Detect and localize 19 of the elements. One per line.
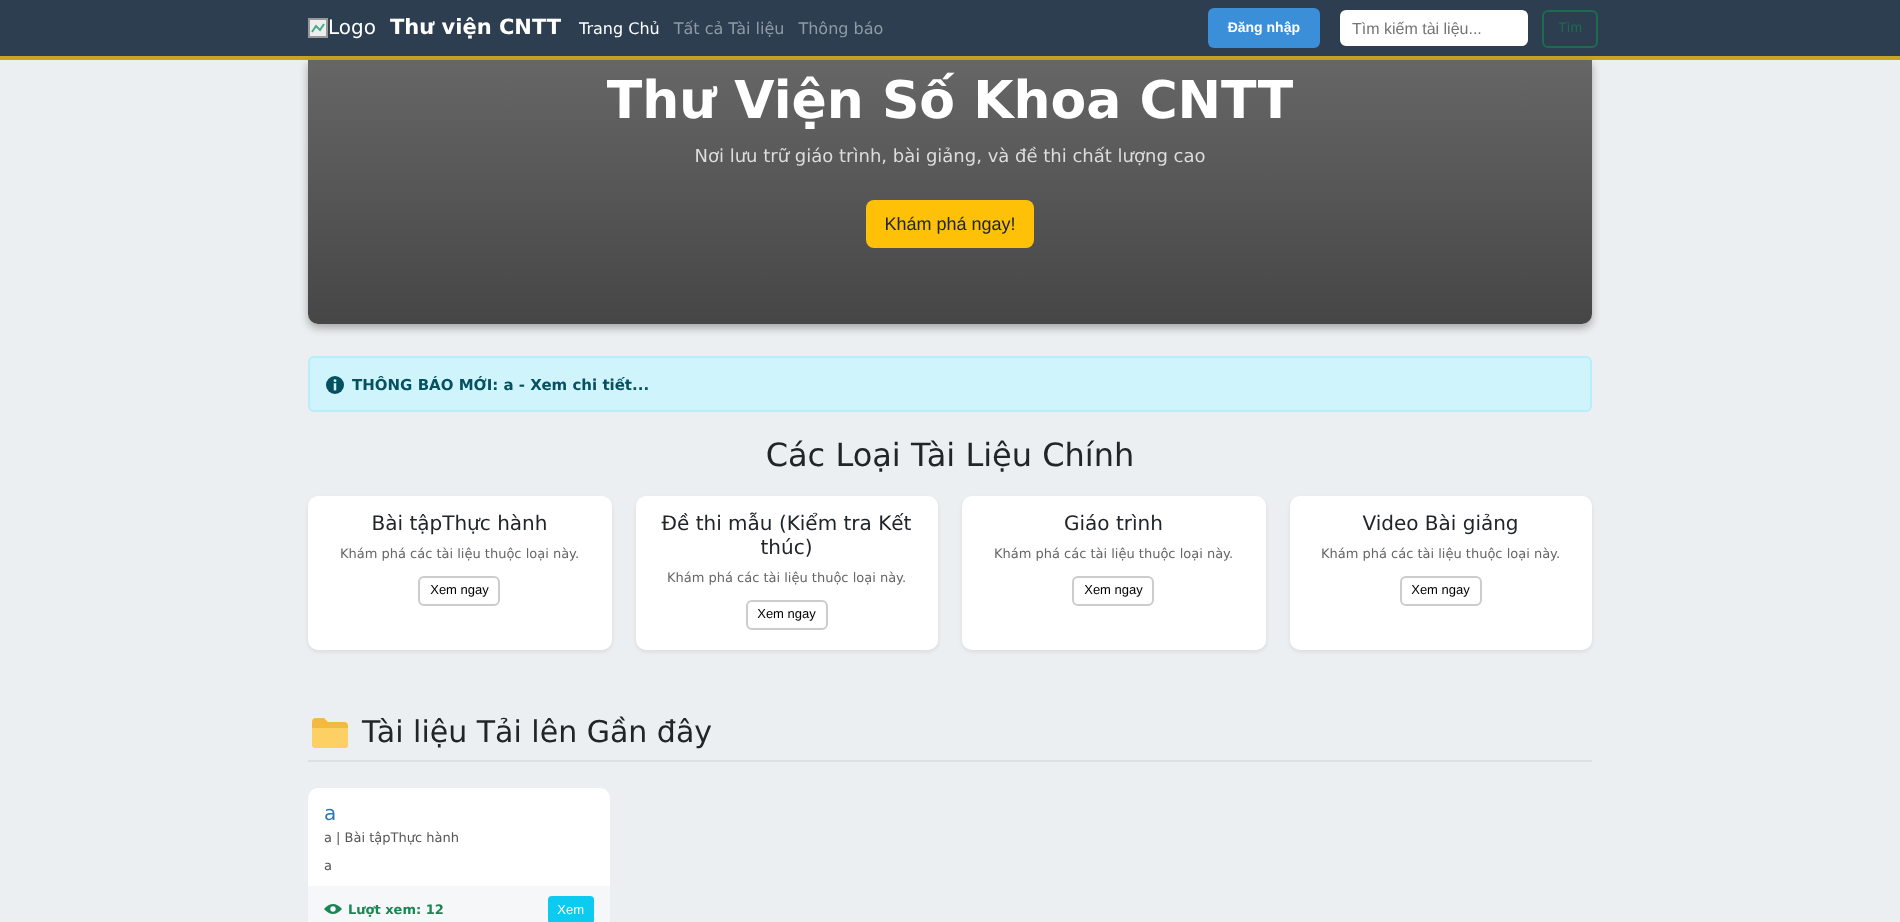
nav-link[interactable]: Trang Chủ <box>579 19 660 37</box>
section-title: Tài liệu Tải lên Gần đây <box>362 714 713 750</box>
category-name: Đề thi mẫu (Kiểm tra Kết thúc) <box>659 514 914 562</box>
nav-link[interactable]: Thông báo <box>798 19 884 37</box>
category-name: Giáo trình <box>1064 514 1163 538</box>
section-title: Các Loại Tài Liệu Chính <box>763 436 1137 476</box>
logo-image: Logo <box>308 17 376 39</box>
category-name: Bài tậpThực hành <box>371 514 548 538</box>
eye-icon <box>324 902 342 916</box>
hero-title: Thư Viện Số Khoa CNTT <box>606 70 1294 134</box>
folder-icon <box>312 717 348 747</box>
info-icon <box>326 375 344 393</box>
search-field[interactable]: Tìm kiếm tài liệu... <box>1340 10 1528 46</box>
nav-link[interactable]: Tất cả Tài liệu <box>673 19 785 37</box>
brand-name[interactable]: Thư viện CNTT <box>389 16 562 40</box>
document-title[interactable]: a <box>324 804 594 828</box>
explore-button[interactable]: Khám phá ngay! <box>866 200 1034 248</box>
hero-subtitle: Nơi lưu trữ giáo trình, bài giảng, và đề thi chất lượng cao <box>694 148 1206 168</box>
category-name: Video Bài giảng <box>1362 514 1519 538</box>
